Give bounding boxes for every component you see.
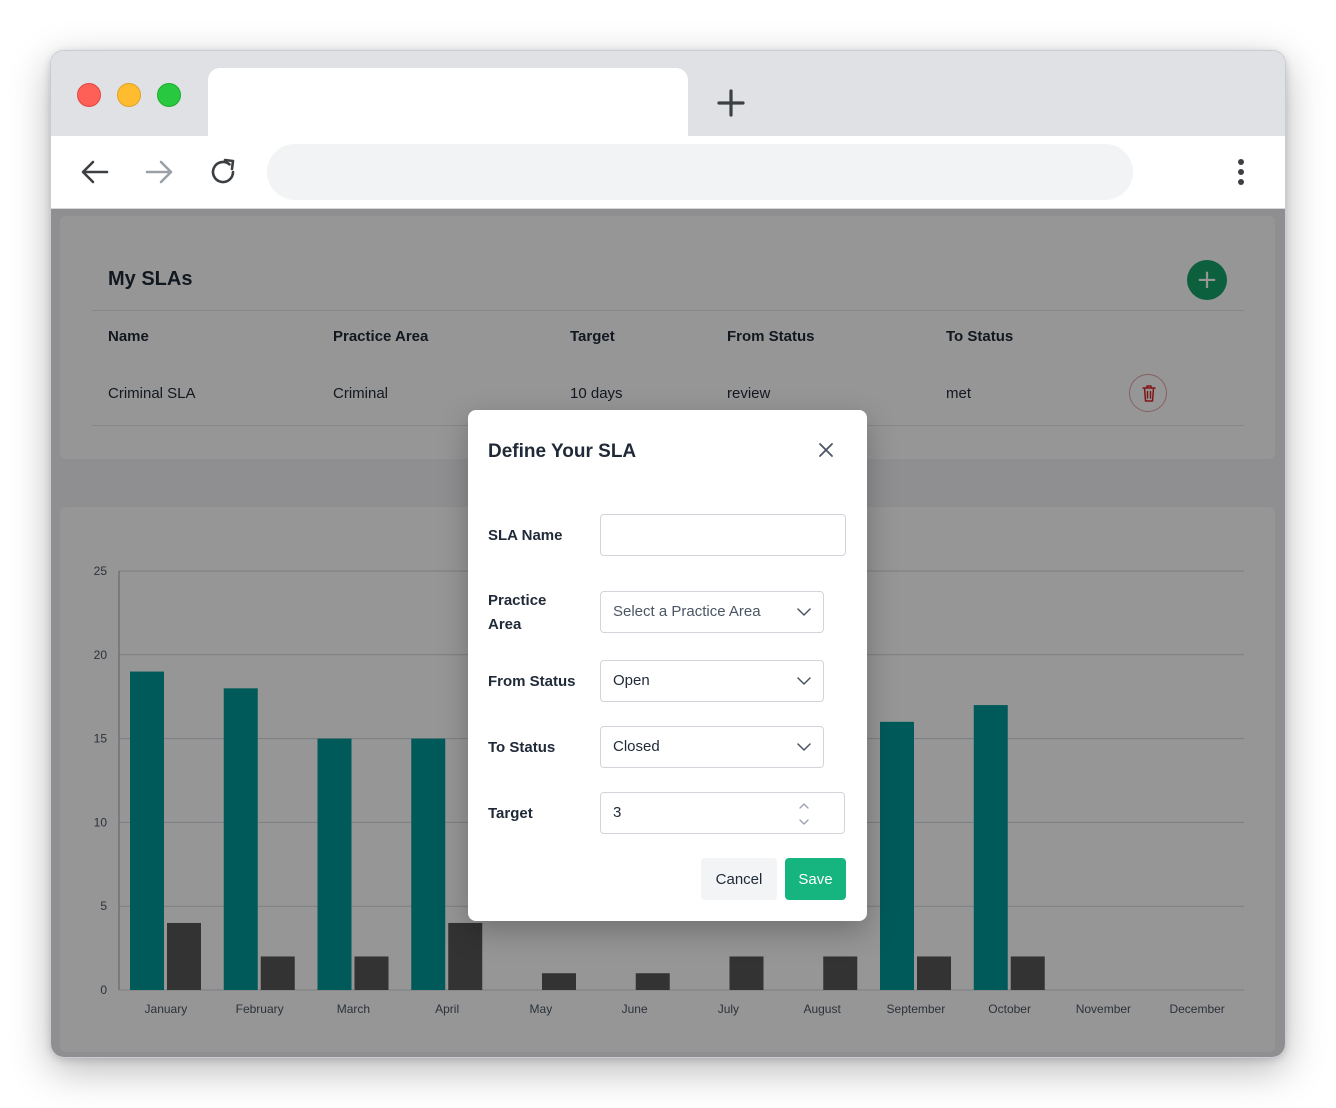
- arrow-left-icon[interactable]: [77, 154, 113, 190]
- close-icon[interactable]: [816, 440, 836, 460]
- save-button[interactable]: Save: [785, 858, 846, 900]
- kebab-menu-icon[interactable]: [1227, 154, 1255, 190]
- active-tab[interactable]: [208, 68, 688, 136]
- practice-area-placeholder: Select a Practice Area: [613, 603, 761, 620]
- tab-strip: [51, 51, 1285, 136]
- reload-icon[interactable]: [205, 154, 241, 190]
- from-status-value: Open: [613, 672, 650, 689]
- close-window-button[interactable]: [77, 83, 101, 107]
- chevron-down-icon: [797, 743, 811, 751]
- address-bar[interactable]: [267, 144, 1133, 200]
- practice-area-label-line2: Area: [488, 616, 522, 633]
- chevron-down-icon: [797, 608, 811, 616]
- sla-name-label: SLA Name: [488, 527, 563, 544]
- from-status-select[interactable]: Open: [600, 660, 824, 702]
- practice-area-label: Practice Area: [488, 589, 546, 637]
- browser-toolbar: [51, 136, 1285, 209]
- page-viewport: My SLAs + Name Practice Area Target From…: [51, 209, 1285, 1057]
- browser-window: My SLAs + Name Practice Area Target From…: [50, 50, 1286, 1058]
- plus-icon[interactable]: [711, 83, 751, 123]
- cancel-button[interactable]: Cancel: [701, 858, 777, 900]
- chevron-down-icon: [797, 677, 811, 685]
- from-status-label: From Status: [488, 673, 576, 690]
- dialog-title: Define Your SLA: [488, 441, 637, 462]
- target-number-input[interactable]: 3: [600, 792, 845, 834]
- number-stepper-icon[interactable]: [798, 799, 810, 829]
- to-status-value: Closed: [613, 738, 660, 755]
- target-value: 3: [613, 804, 622, 821]
- maximize-window-button[interactable]: [157, 83, 181, 107]
- to-status-select[interactable]: Closed: [600, 726, 824, 768]
- to-status-label: To Status: [488, 739, 556, 756]
- target-label: Target: [488, 805, 533, 822]
- practice-area-select[interactable]: Select a Practice Area: [600, 591, 824, 633]
- sla-name-input[interactable]: [600, 514, 846, 556]
- define-sla-dialog: Define Your SLA SLA Name Practice Area S…: [468, 410, 867, 921]
- practice-area-label-line1: Practice: [488, 592, 547, 609]
- arrow-right-icon[interactable]: [141, 154, 177, 190]
- minimize-window-button[interactable]: [117, 83, 141, 107]
